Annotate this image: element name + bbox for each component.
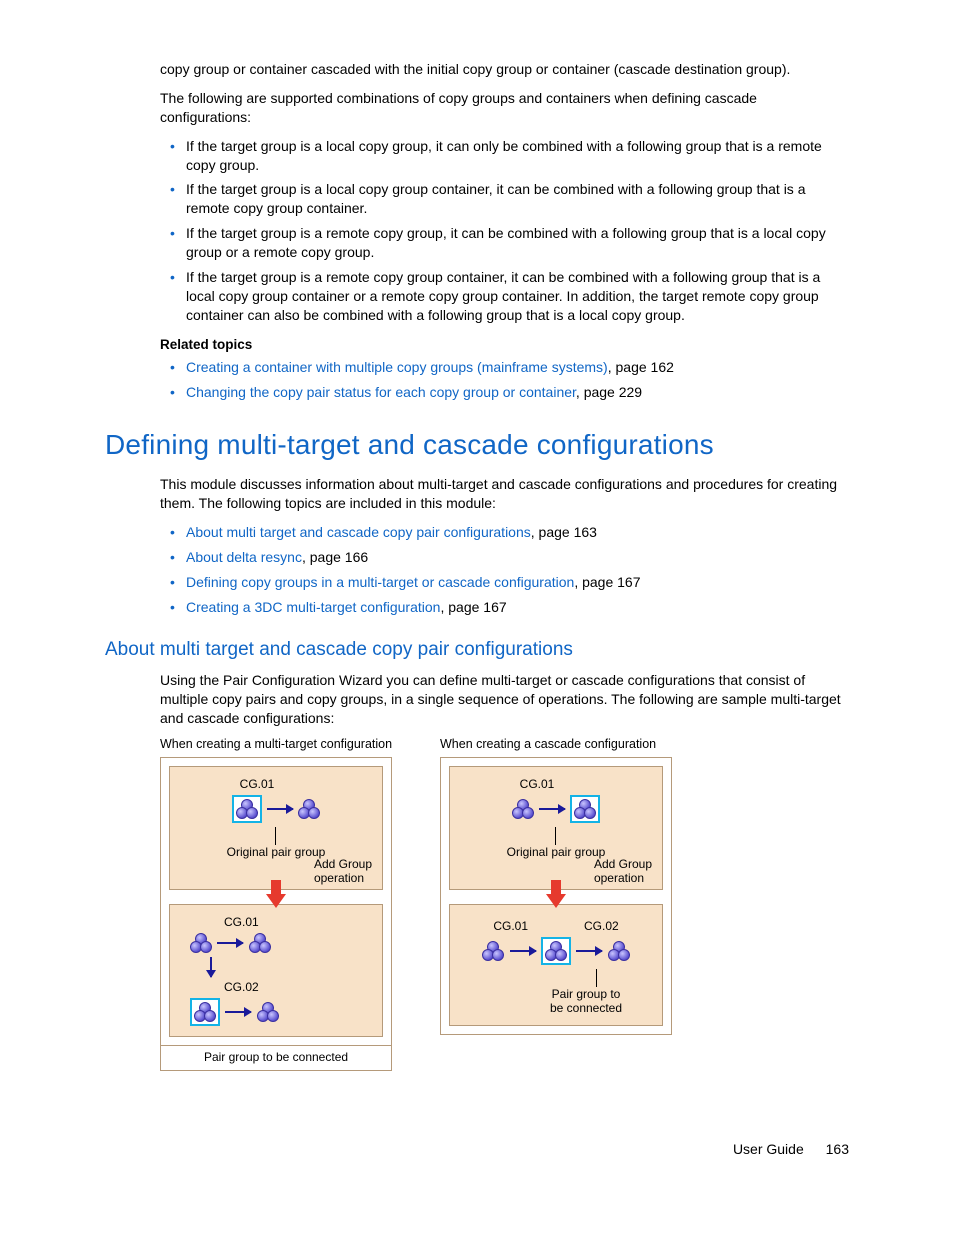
toc-link-2[interactable]: About delta resync (186, 549, 302, 565)
list-item: If the target group is a remote copy gro… (160, 224, 849, 262)
multi-target-diagram: When creating a multi-target configurati… (160, 737, 410, 1071)
volume-icon (257, 1002, 279, 1022)
arrow-right-icon (539, 808, 565, 810)
list-item: Creating a container with multiple copy … (160, 358, 849, 377)
volume-icon (482, 941, 504, 961)
list-item: Defining copy groups in a multi-target o… (160, 573, 849, 592)
footer-label: User Guide (733, 1141, 804, 1157)
page-ref: , page 167 (440, 599, 506, 615)
list-item: Changing the copy pair status for each c… (160, 383, 849, 402)
list-item: If the target group is a remote copy gro… (160, 268, 849, 325)
diagram-title: When creating a cascade configuration (440, 737, 690, 751)
diagram-container: When creating a multi-target configurati… (160, 737, 849, 1071)
cg-label: CG.01 (224, 915, 376, 929)
arrow-right-icon (510, 950, 536, 952)
arrow-right-icon (217, 942, 243, 944)
page-ref: , page 229 (576, 384, 642, 400)
list-item: If the target group is a local copy grou… (160, 180, 849, 218)
volume-icon (249, 933, 271, 953)
list-item: About delta resync, page 166 (160, 548, 849, 567)
page-footer: User Guide 163 (105, 1141, 849, 1157)
subsection-intro: Using the Pair Configuration Wizard you … (160, 671, 849, 728)
section-heading: Defining multi-target and cascade config… (105, 429, 849, 461)
list-item: About multi target and cascade copy pair… (160, 523, 849, 542)
volume-icon-selected (190, 998, 220, 1026)
related-topics-list: Creating a container with multiple copy … (160, 358, 849, 402)
list-item: If the target group is a local copy grou… (160, 137, 849, 175)
intro-paragraph-1: copy group or container cascaded with th… (160, 60, 849, 79)
arrow-right-icon (225, 1011, 251, 1013)
cg-label: CG.02 (574, 919, 628, 933)
section-toc: About multi target and cascade copy pair… (160, 523, 849, 617)
cg-label: CG.01 (418, 777, 656, 791)
page-ref: , page 166 (302, 549, 368, 565)
page-number: 163 (826, 1141, 849, 1157)
related-topics-heading: Related topics (160, 337, 849, 352)
arrow-down-icon (210, 957, 212, 977)
caption-pair-to-connect: Pair group to be connected (516, 987, 656, 1015)
diagram-title: When creating a multi-target configurati… (160, 737, 410, 751)
arrow-right-icon (267, 808, 293, 810)
volume-icon (608, 941, 630, 961)
page-ref: , page 163 (531, 524, 597, 540)
toc-link-1[interactable]: About multi target and cascade copy pair… (186, 524, 531, 540)
related-link-2[interactable]: Changing the copy pair status for each c… (186, 384, 576, 400)
cg-label: CG.01 (484, 919, 538, 933)
page-ref: , page 162 (608, 359, 674, 375)
volume-icon-selected (541, 937, 571, 965)
combination-list: If the target group is a local copy grou… (160, 137, 849, 325)
caption-pair-to-connect: Pair group to be connected (161, 1045, 391, 1070)
related-link-1[interactable]: Creating a container with multiple copy … (186, 359, 608, 375)
cg-label: CG.02 (224, 980, 376, 994)
page-ref: , page 167 (574, 574, 640, 590)
cascade-diagram: When creating a cascade configuration CG… (440, 737, 690, 1071)
arrow-right-icon (576, 950, 602, 952)
toc-link-4[interactable]: Creating a 3DC multi-target configuratio… (186, 599, 440, 615)
section-intro: This module discusses information about … (160, 475, 849, 513)
cg-label: CG.01 (138, 777, 376, 791)
volume-icon-selected (570, 795, 600, 823)
add-group-label: Add Group operation (314, 857, 372, 885)
add-group-label: Add Group operation (594, 857, 652, 885)
red-down-arrow-icon (546, 880, 566, 908)
volume-icon-selected (232, 795, 262, 823)
subsection-heading: About multi target and cascade copy pair… (105, 639, 849, 661)
list-item: Creating a 3DC multi-target configuratio… (160, 598, 849, 617)
volume-icon (190, 933, 212, 953)
volume-icon (298, 799, 320, 819)
red-down-arrow-icon (266, 880, 286, 908)
intro-paragraph-2: The following are supported combinations… (160, 89, 849, 127)
toc-link-3[interactable]: Defining copy groups in a multi-target o… (186, 574, 574, 590)
volume-icon (512, 799, 534, 819)
